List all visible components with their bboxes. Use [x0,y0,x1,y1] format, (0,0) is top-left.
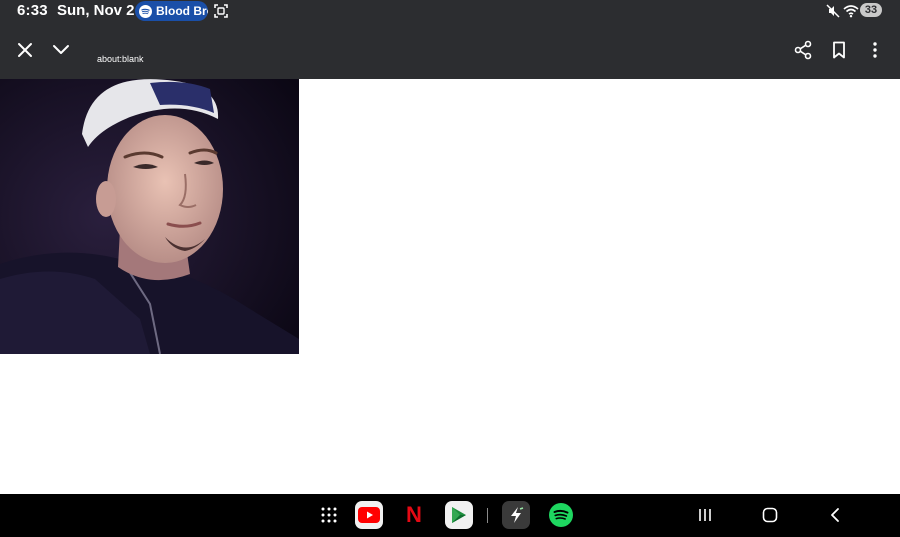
flash-app-icon [511,507,524,523]
app-drawer-icon [321,507,337,523]
web-content [0,79,900,494]
url-text[interactable]: about:blank [97,54,144,64]
media-title: Blood Brothers [156,4,208,18]
more-vert-icon [873,42,877,58]
close-button[interactable] [13,38,37,62]
google-play-games-icon [452,507,466,523]
spotify-icon [139,4,152,18]
status-date: Sun, Nov 2 [57,2,135,19]
more-options-button[interactable] [863,38,887,62]
app-drawer-button[interactable] [315,501,343,529]
screenshot-icon[interactable] [213,3,229,19]
status-bar: 6:33 Sun, Nov 2 Blood Brothers 33 [0,0,900,24]
google-play-games-app[interactable] [445,501,473,529]
portrait-photo [0,79,299,354]
taskbar-divider [487,508,488,523]
wifi-icon [843,5,859,18]
custom-tab-toolbar: about:blank [0,24,900,79]
home-button[interactable] [756,501,784,529]
share-icon [794,40,812,60]
bookmark-button[interactable] [827,38,851,62]
netflix-app[interactable]: N [400,501,428,529]
portrait-illustration [0,79,299,354]
home-icon [762,507,778,523]
status-time: 6:33 [17,2,48,19]
share-button[interactable] [791,38,815,62]
mute-icon [826,4,840,18]
spotify-icon [549,503,573,527]
back-icon [831,508,839,522]
netflix-icon: N [406,502,422,527]
bookmark-icon [833,41,845,59]
youtube-app[interactable] [355,501,383,529]
recents-icon [699,509,711,521]
back-button[interactable] [821,501,849,529]
media-playing-chip[interactable]: Blood Brothers [135,1,208,21]
flash-app[interactable] [502,501,530,529]
recents-button[interactable] [691,501,719,529]
battery-level: 33 [860,3,882,17]
taskbar: N [0,494,900,537]
chevron-down-icon [53,45,69,54]
youtube-icon [358,507,380,523]
spotify-app[interactable] [547,501,575,529]
close-icon [18,43,32,57]
minimize-button[interactable] [49,38,73,62]
